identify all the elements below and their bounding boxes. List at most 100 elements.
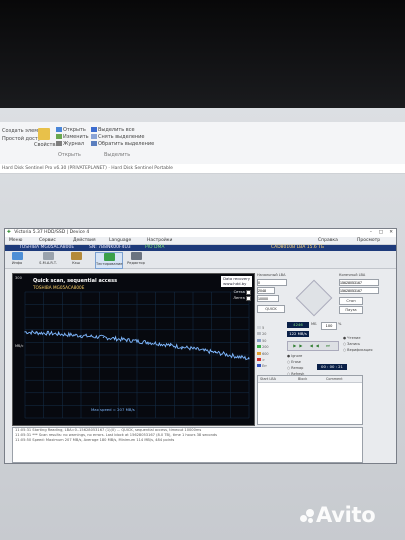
menu-language[interactable]: Language: [109, 237, 131, 244]
menu-service[interactable]: Сервис: [39, 237, 56, 244]
lba-start-field[interactable]: [257, 279, 287, 286]
minimize-button[interactable]: –: [370, 229, 372, 237]
tab-editor[interactable]: Редактор: [126, 252, 146, 267]
speed-data-point: [237, 356, 239, 358]
open-group-label: Открыть: [58, 152, 81, 158]
speed-data-point: [24, 331, 26, 333]
direction-pad[interactable]: [295, 279, 333, 317]
block-size-field[interactable]: [257, 287, 275, 294]
rate-readout: 122 MB/s: [287, 331, 309, 337]
log-line: 11:05:50 Speed: Maximum 207 MB/s, Averag…: [15, 438, 175, 442]
chart-title: Quick scan, sequential access: [33, 278, 118, 284]
y-axis-top-label: 300: [15, 276, 22, 280]
elapsed-time: 00 : 00 : 21: [317, 364, 347, 370]
history-button[interactable]: Журнал: [56, 141, 84, 147]
stop-button[interactable]: Стоп: [339, 297, 363, 305]
speed-data-point: [69, 334, 71, 336]
col-start-lba: Start LBA: [260, 377, 276, 381]
smart-icon: [42, 252, 54, 260]
speed-data-point: [147, 341, 149, 343]
lba-end-field-2[interactable]: [339, 287, 379, 294]
speed-data-point: [226, 353, 228, 356]
tab-testing[interactable]: Тестирование: [95, 252, 123, 269]
speed-data-point: [80, 335, 82, 337]
mode-verify[interactable]: ○ Верификация: [343, 347, 373, 353]
speed-data-point: [58, 333, 60, 335]
progress-unit: %: [338, 322, 342, 326]
open-button[interactable]: Открыть: [56, 127, 86, 133]
avito-watermark: Avito: [300, 503, 376, 527]
speed-data-point: [203, 350, 205, 352]
counter-swatch-5: [257, 351, 261, 355]
speed-data-point: [170, 344, 172, 346]
speed-data-point: [248, 358, 250, 360]
speed-data-point: [114, 338, 116, 340]
edit-icon: [56, 134, 62, 139]
menu-bar: Меню Сервис Действия Language Настройки …: [5, 237, 396, 250]
menu-main[interactable]: Меню: [9, 237, 22, 244]
open-icon: [56, 127, 62, 132]
select-all-button[interactable]: Выделить все: [91, 127, 135, 133]
menu-actions[interactable]: Действия: [73, 237, 96, 244]
history-icon: [56, 141, 62, 146]
data-recovery-badge[interactable]: Data recovery www.hdd.by: [221, 276, 252, 287]
speed-data-point: [102, 336, 104, 338]
col-comment: Comment: [326, 377, 343, 381]
start-lba-label: Начальный LBA: [257, 273, 286, 277]
speed-value: 4246: [287, 322, 309, 328]
speed-unit: МБ: [311, 322, 317, 326]
speed-chart: Quick scan, sequential access TOSHIBA MG…: [12, 273, 255, 426]
end-lba-label: Конечный LBA: [339, 273, 366, 277]
tab-smart[interactable]: S.M.A.R.T.: [38, 252, 58, 267]
select-group-label: Выделить: [104, 152, 131, 158]
cache-icon: [70, 252, 82, 260]
maximize-button[interactable]: □: [379, 229, 383, 237]
lba-end-field[interactable]: [339, 279, 379, 286]
results-grid[interactable]: Start LBA Block Comment: [257, 375, 363, 425]
progress-percent: 100: [321, 322, 337, 330]
info-icon: [11, 252, 23, 260]
speed-data-point: [192, 348, 194, 350]
tab-cache[interactable]: Кэш: [66, 252, 86, 267]
quick-button[interactable]: QUICK: [257, 305, 285, 313]
edit-button[interactable]: Изменить: [56, 134, 89, 140]
speed-data-point: [214, 351, 216, 354]
select-all-icon: [91, 127, 97, 132]
test-control-panel: Начальный LBA Конечный LBA Стоп Пауза QU…: [257, 273, 388, 425]
counter-swatch-1: [257, 326, 261, 329]
mode-options: ● Чтение ○ Запись ○ Верификация: [343, 335, 373, 353]
app-icon: ✚: [7, 230, 11, 235]
properties-icon[interactable]: [38, 128, 50, 140]
properties-label: Свойства: [34, 142, 59, 148]
speed-data-point: [91, 335, 93, 338]
speed-chart-svg: [24, 291, 250, 419]
counter-swatch-3: [257, 338, 261, 342]
avito-logo-icon: [300, 509, 314, 523]
address-bar[interactable]: Hard Disk Sentinel Pro v6.30 (PRIVATEPLA…: [0, 164, 405, 174]
speed-data-point: [46, 332, 49, 334]
close-button[interactable]: ✕: [389, 229, 393, 237]
victoria-window: ✚ Victoria 5.37 HDD/SSD | Device 4 – □ ✕…: [4, 228, 397, 464]
timeout-field[interactable]: [257, 295, 279, 302]
y-axis-unit: Мб/с: [15, 344, 24, 348]
speed-data-point: [181, 346, 183, 348]
event-log[interactable]: 11:05:31 Starting Reading, LBA=0..156280…: [12, 427, 363, 463]
ribbon-checkbox[interactable]: Лента: [233, 295, 251, 301]
invert-selection-button[interactable]: Обратить выделение: [91, 141, 154, 147]
menu-settings[interactable]: Настройки: [147, 237, 172, 244]
speed-data-point: [35, 332, 37, 334]
tab-info[interactable]: Инфо: [7, 252, 27, 267]
select-none-button[interactable]: Снять выделение: [91, 134, 145, 140]
speed-data-point: [125, 339, 127, 341]
playback-controls[interactable]: ▶▶ ◀◀ ⏭: [287, 341, 339, 351]
menu-help[interactable]: Справка: [318, 237, 338, 244]
col-block: Block: [298, 377, 308, 381]
block-counters: 5 20 50 200 600 > Err: [257, 325, 269, 370]
explorer-ribbon: Создать элемент Простой доступ Свойства …: [0, 122, 405, 165]
select-none-icon: [91, 134, 97, 139]
chart-checkboxes: Сетка Лента: [233, 289, 251, 301]
address-text: Hard Disk Sentinel Pro v6.30 (PRIVATEPLA…: [2, 166, 173, 171]
chart-footer: Max speed = 207 MB/s: [91, 407, 135, 412]
title-bar: ✚ Victoria 5.37 HDD/SSD | Device 4 – □ ✕: [5, 229, 396, 237]
pause-button[interactable]: Пауза: [339, 306, 363, 314]
